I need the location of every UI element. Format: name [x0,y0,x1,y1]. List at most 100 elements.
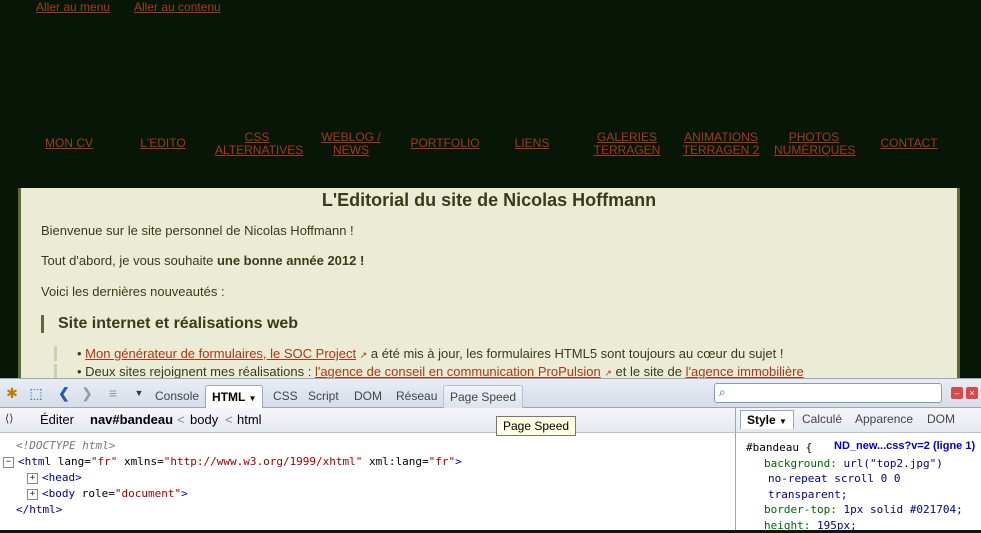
attr-name: xml:lang= [362,455,429,468]
tab-page-speed[interactable]: Page Speed [443,385,524,409]
css-selector: #bandeau { [746,441,813,454]
css-value: 1px solid #021704; [836,503,963,516]
css-property: background: [764,456,837,470]
firebug-bug-icon[interactable]: ✱ [3,384,21,402]
tab-html-label: HTML [212,390,246,404]
nav-label: TERRAGEN 2 [682,143,760,157]
pin-icon[interactable]: ⟨⟩ [5,412,14,425]
css-declaration[interactable]: border-top: 1px solid #021704; [746,503,963,516]
breadcrumb-separator: < [177,412,185,427]
tree-node-html-close: </html> [0,502,462,518]
skip-to-menu-link[interactable]: Aller au menu [36,0,110,14]
nav-item-photos-numeriques[interactable]: PHOTOS NUMÉRIQUES [774,130,856,157]
breadcrumb-body[interactable]: body [190,412,218,427]
propulsion-link[interactable]: l'agence de conseil en communication Pro… [315,364,601,378]
nav-label: NUMÉRIQUES [774,143,856,157]
list-item-text: a été mis à jour, les formulaires HTML5 … [367,346,784,361]
search-field[interactable]: ⌕ [714,383,942,403]
nav-label: NEWS [333,143,369,157]
tab-style[interactable]: Style ▼ [740,410,794,429]
css-value: transparent; [768,487,848,501]
agence-immobiliere-link[interactable]: l'agence immobilière [686,364,804,378]
nav-item-galeries-terragen[interactable]: GALERIES TERRAGEN [590,131,664,157]
attr-name: role= [75,487,115,500]
css-declaration[interactable]: background: url("top2.jpg") [746,457,943,470]
tab-dom[interactable]: DOM [354,385,382,407]
list-item-text: Deux sites rejoignent mes réalisations : [85,364,315,378]
nav-item-animations-terragen[interactable]: ANIMATIONS TERRAGEN 2 [680,131,762,157]
attr-value: "document" [114,487,182,500]
expand-icon[interactable]: + [27,488,38,500]
tree-node-head[interactable]: + <head> [0,470,462,486]
nav-label: CONTACT [880,136,938,150]
tab-console[interactable]: Console [155,385,199,407]
list-icon[interactable]: ≡ [104,384,122,402]
attr-name: xmlns= [117,455,164,468]
tooltip: Page Speed [496,416,577,436]
attr-value: "fr" [90,455,118,468]
css-rule: #bandeau { background: url("top2.jpg") n… [746,440,963,533]
main-content: L'Editorial du site de Nicolas Hoffmann … [18,188,960,378]
welcome-paragraph: Bienvenue sur le site personnel de Nicol… [41,223,354,238]
css-source-link[interactable]: ND_new...css?v=2 (ligne 1) [834,440,975,452]
collapse-icon[interactable]: − [3,456,14,468]
list-item-text: et le site de [611,364,686,378]
breadcrumb-current[interactable]: nav#bandeau [90,412,173,427]
tab-script[interactable]: Script [308,385,339,407]
tab-reseau[interactable]: Réseau [396,385,437,407]
nav-item-contact[interactable]: CONTACT [876,137,942,150]
nav-item-weblog-news[interactable]: WEBLOG / NEWS [316,131,386,157]
body-tag: <body [42,487,76,500]
html-tag: <html [18,455,52,468]
section-heading: Site internet et réalisations web [41,315,298,333]
tab-calcule[interactable]: Calculé [802,412,842,426]
nav-item-liens[interactable]: LIENS [510,137,554,150]
inspect-icon[interactable]: ⬚ [27,384,45,402]
greeting-paragraph: Tout d'abord, je vous souhaite une bonne… [41,253,364,268]
attr-value: "http://www.w3.org/1999/xhtml" [163,455,363,468]
greeting-bold: une bonne année 2012 ! [216,253,365,268]
attr-name: lang= [51,455,91,468]
css-value: no-repeat scroll 0 0 [768,472,901,485]
nav-item-portfolio[interactable]: PORTFOLIO [408,137,482,150]
edit-button[interactable]: Éditer [40,412,74,427]
breadcrumb: ⟨⟩ Éditer nav#bandeau < body < html [0,408,735,433]
nav-label: LIENS [514,136,550,150]
tab-css[interactable]: CSS [273,385,298,407]
website-viewport: Aller au menu Aller au contenu MON CV L'… [0,0,981,378]
forward-icon[interactable]: ❯ [78,384,96,402]
greeting-text: Tout d'abord, je vous souhaite [41,253,217,268]
nav-label: PORTFOLIO [410,136,480,150]
tree-node-body[interactable]: + <body role="document"> [0,486,462,502]
skip-to-content-link[interactable]: Aller au contenu [134,0,221,14]
chevron-down-icon[interactable]: ▼ [130,384,148,402]
breadcrumb-html[interactable]: html [237,412,262,427]
nav-item-mon-cv[interactable]: MON CV [36,137,102,150]
firebug-toolbar: ✱ ⬚ ❮ ❯ ≡ ▼ Console HTML ▼ CSS Script DO… [0,378,981,409]
expand-icon[interactable]: + [27,472,38,484]
soc-project-link[interactable]: Mon générateur de formulaires, le SOC Pr… [85,346,356,361]
side-tabs: Style ▼ Calculé Apparence DOM [736,408,981,433]
minimize-icon[interactable]: – [951,387,963,399]
nav-label: MON CV [45,136,93,150]
head-tag: <head> [42,471,82,484]
html-tag: > [455,455,462,468]
nav-item-edito[interactable]: L'EDITO [130,137,196,150]
nav-item-css-alternatives[interactable]: CSS ALTERNATIVES [215,130,303,157]
list-item: • Deux sites rejoignent mes réalisations… [54,364,804,378]
tab-apparence[interactable]: Apparence [855,412,913,426]
doctype-text: <!DOCTYPE html> [16,439,116,452]
tab-html[interactable]: HTML ▼ [205,385,264,408]
news-intro: Voici les dernières nouveautés : [41,284,225,299]
close-icon[interactable]: × [966,387,978,399]
tab-dom[interactable]: DOM [927,412,955,426]
tree-node-html[interactable]: − <html lang="fr" xmlns="http://www.w3.or… [0,454,462,470]
chevron-down-icon: ▼ [248,394,257,403]
css-property: border-top: [764,503,837,516]
nav-label: WEBLOG / [321,130,381,144]
breadcrumb-separator: < [225,412,233,427]
tab-style-label: Style [747,413,776,427]
back-icon[interactable]: ❮ [55,384,73,402]
nav-label: CSS [244,130,270,144]
nav-label: PHOTOS [788,130,840,144]
